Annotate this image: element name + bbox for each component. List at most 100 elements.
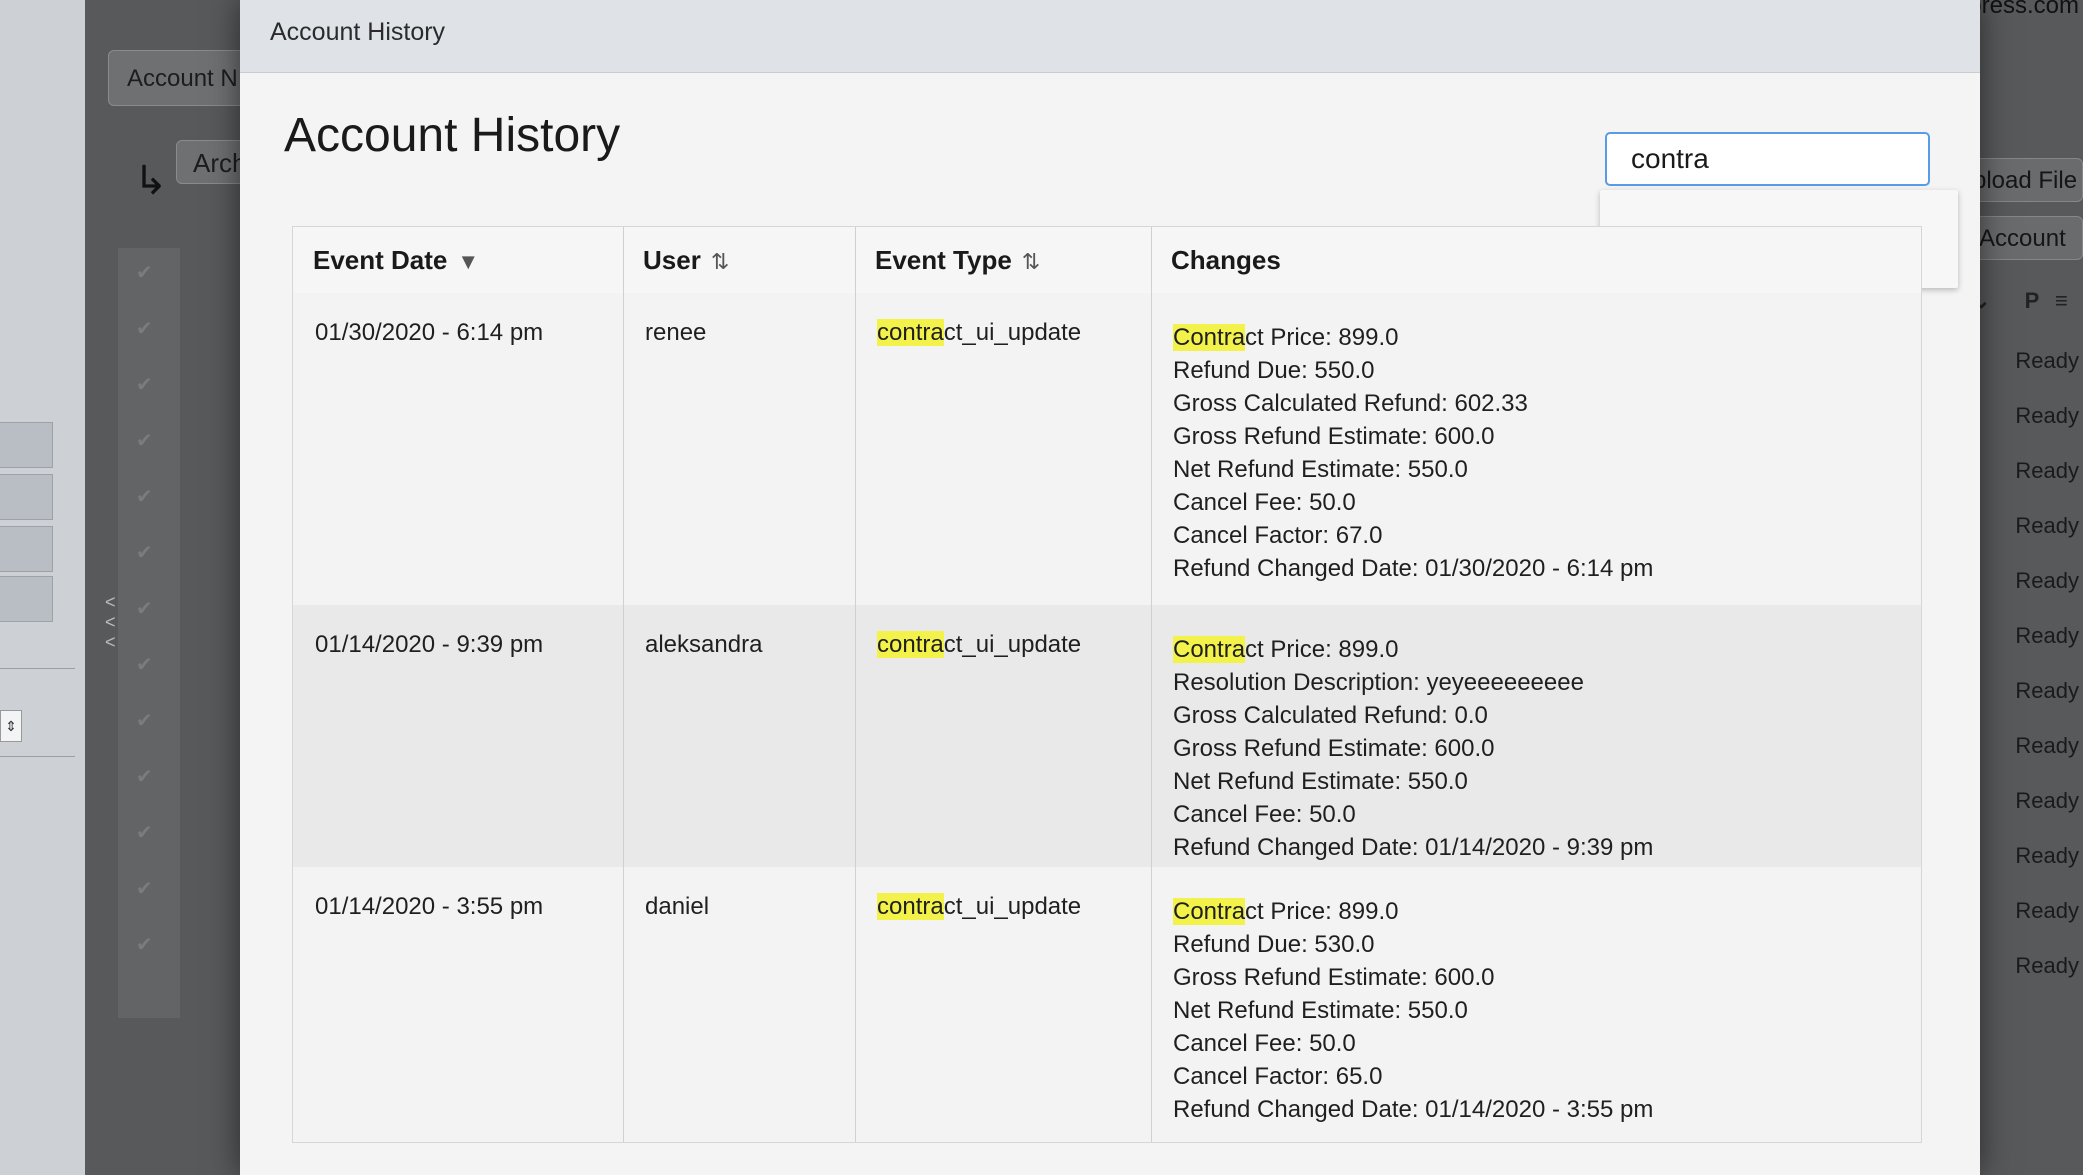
event-type-cell: contract_ui_update	[877, 893, 1081, 921]
changes-cell: Contract Price: 899.0 Refund Due: 550.0 …	[1173, 321, 1653, 585]
checkbox-icon[interactable]: ✔	[136, 540, 153, 565]
change-text: ct Price: 899.0	[1245, 324, 1399, 351]
modal-header-title: Account History	[270, 18, 446, 46]
sort-arrow-icon[interactable]: ↳	[134, 158, 168, 204]
status-cell: Ready	[2015, 953, 2079, 978]
change-line: Net Refund Estimate: 550.0	[1173, 456, 1468, 483]
column-header-event-type[interactable]: Event Type ⇅	[855, 227, 1151, 293]
table-row[interactable]: 01/30/2020 - 6:14 pm renee contract_ui_u…	[293, 293, 1921, 606]
column-header-label: Changes	[1171, 245, 1281, 275]
history-table: Event Date ▼ User ⇅ Event Type ⇅ Changes 01…	[292, 226, 1922, 1143]
change-line: Contract Price: 899.0	[1173, 895, 1653, 928]
change-line: Refund Changed Date: 01/30/2020 - 6:14 p…	[1173, 555, 1654, 582]
status-cell: Ready	[2015, 403, 2079, 428]
status-cell: Ready	[2015, 623, 2079, 648]
left-side-panel: ⇕	[0, 0, 86, 1175]
status-cell: Ready	[2015, 568, 2079, 593]
change-line: Contract Price: 899.0	[1173, 321, 1653, 354]
status-cell: Ready	[2015, 898, 2079, 923]
checkbox-icon[interactable]: ✔	[136, 260, 153, 285]
table-header: Event Date ▼ User ⇅ Event Type ⇅ Changes	[293, 227, 1921, 295]
sort-icon[interactable]: ⇅	[711, 249, 729, 274]
status-cell: Ready	[2015, 843, 2079, 868]
column-divider	[623, 227, 624, 1142]
change-line: Gross Refund Estimate: 600.0	[1173, 423, 1495, 450]
sort-desc-icon[interactable]: ▼	[457, 249, 479, 274]
user-cell: renee	[645, 319, 707, 346]
change-line: Cancel Factor: 65.0	[1173, 1063, 1383, 1090]
collapse-chevrons-icon[interactable]: < < <	[105, 592, 116, 652]
side-panel-block[interactable]	[0, 526, 53, 572]
checkbox-icon[interactable]: ✔	[136, 764, 153, 789]
page-title: Account History	[284, 109, 621, 162]
checkbox-icon[interactable]: ✔	[136, 428, 153, 453]
event-type-text: ct_ui_update	[943, 319, 1082, 346]
sort-icon[interactable]: ⇅	[1022, 249, 1040, 274]
column-divider	[1151, 227, 1152, 1142]
event-date-cell: 01/14/2020 - 3:55 pm	[315, 893, 544, 920]
change-line: Contract Price: 899.0	[1173, 633, 1653, 666]
column-header-p[interactable]: P	[2025, 288, 2039, 313]
checkbox-icon[interactable]: ✔	[136, 652, 153, 677]
event-type-cell: contract_ui_update	[877, 631, 1081, 659]
status-cell: Ready	[2015, 348, 2079, 373]
table-row[interactable]: 01/14/2020 - 3:55 pm daniel contract_ui_…	[293, 867, 1921, 1142]
column-header-user[interactable]: User ⇅	[623, 227, 855, 293]
change-line: Cancel Fee: 50.0	[1173, 1030, 1356, 1057]
checkbox-icon[interactable]: ✔	[136, 484, 153, 509]
side-panel-block[interactable]	[0, 474, 53, 520]
change-line: Gross Calculated Refund: 0.0	[1173, 702, 1488, 729]
user-cell: aleksandra	[645, 631, 763, 658]
change-text: ct Price: 899.0	[1245, 898, 1399, 925]
divider	[0, 668, 75, 669]
checkbox-icon[interactable]: ✔	[136, 372, 153, 397]
checkbox-icon[interactable]: ✔	[136, 316, 153, 341]
side-panel-block[interactable]	[0, 422, 53, 468]
change-line: Resolution Description: yeyeeeeeeeee	[1173, 669, 1584, 696]
table-row[interactable]: 01/14/2020 - 9:39 pm aleksandra contract…	[293, 605, 1921, 868]
change-line: Gross Refund Estimate: 600.0	[1173, 964, 1495, 991]
change-line: Net Refund Estimate: 550.0	[1173, 997, 1468, 1024]
checkbox-icon[interactable]: ✔	[136, 932, 153, 957]
change-line: Refund Due: 530.0	[1173, 931, 1375, 958]
checkbox-icon[interactable]: ✔	[136, 708, 153, 733]
status-column: Ready Ready Ready Ready Ready Ready Read…	[1985, 330, 2083, 1020]
account-history-modal: Account History Account History contract…	[240, 0, 1980, 1175]
checkbox-icon[interactable]: ✔	[136, 820, 153, 845]
search-highlight: contra	[877, 319, 944, 346]
column-divider	[855, 227, 856, 1142]
column-header-label: Event Type	[875, 245, 1012, 275]
search-highlight: contra	[877, 631, 944, 658]
search-input[interactable]	[1605, 132, 1930, 186]
search-highlight: Contra	[1173, 636, 1246, 663]
divider	[0, 756, 75, 757]
column-header-event-date[interactable]: Event Date ▼	[293, 227, 623, 293]
event-date-cell: 01/14/2020 - 9:39 pm	[315, 631, 544, 658]
checkbox-icon[interactable]: ✔	[136, 596, 153, 621]
change-line: Refund Changed Date: 01/14/2020 - 3:55 p…	[1173, 1096, 1654, 1123]
menu-icon[interactable]: ≡	[2055, 288, 2068, 313]
change-line: Refund Due: 550.0	[1173, 357, 1375, 384]
stepper-icon[interactable]: ⇕	[0, 710, 22, 742]
change-line: Gross Refund Estimate: 600.0	[1173, 735, 1495, 762]
change-text: ct Price: 899.0	[1245, 636, 1399, 663]
change-line: Net Refund Estimate: 550.0	[1173, 768, 1468, 795]
event-type-text: ct_ui_update	[943, 631, 1082, 658]
change-line: Cancel Fee: 50.0	[1173, 801, 1356, 828]
change-line: Cancel Factor: 67.0	[1173, 522, 1383, 549]
changes-cell: Contract Price: 899.0 Refund Due: 530.0 …	[1173, 895, 1653, 1126]
status-cell: Ready	[2015, 458, 2079, 483]
change-line: Refund Changed Date: 01/14/2020 - 9:39 p…	[1173, 834, 1654, 861]
status-cell: Ready	[2015, 513, 2079, 538]
side-panel-block[interactable]	[0, 576, 53, 622]
changes-cell: Contract Price: 899.0 Resolution Descrip…	[1173, 633, 1653, 864]
status-cell: Ready	[2015, 733, 2079, 758]
checkbox-icon[interactable]: ✔	[136, 876, 153, 901]
status-cell: Ready	[2015, 678, 2079, 703]
grid-header-right: ⌄ P ≡	[1972, 288, 2068, 314]
search-highlight: contra	[877, 893, 944, 920]
event-date-cell: 01/30/2020 - 6:14 pm	[315, 319, 544, 346]
account-number-button[interactable]: Account N	[108, 50, 258, 106]
event-type-text: ct_ui_update	[943, 893, 1082, 920]
search-highlight: Contra	[1173, 898, 1246, 925]
